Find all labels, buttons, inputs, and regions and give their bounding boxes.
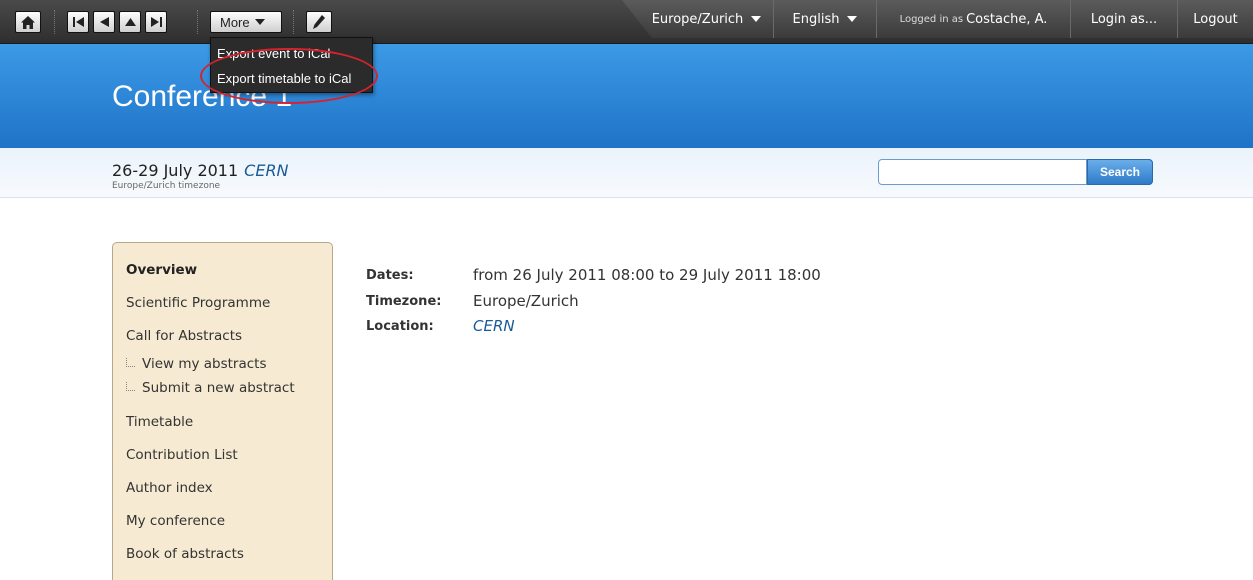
- caret-down-icon: [751, 16, 762, 22]
- conference-sidebar-menu: Overview Scientific Programme Call for A…: [112, 242, 333, 580]
- previous-button[interactable]: [93, 11, 115, 33]
- sidebar-subitem-label: View my abstracts: [142, 356, 267, 372]
- sidebar-item-timetable[interactable]: Timetable: [126, 414, 193, 430]
- sidebar-item-author-index[interactable]: Author index: [126, 480, 213, 496]
- menu-item-label: Export timetable to iCal: [217, 71, 352, 86]
- last-icon: [150, 17, 162, 27]
- search-input[interactable]: [878, 159, 1087, 185]
- dates-value: from 26 July 2011 08:00 to 29 July 2011 …: [473, 266, 821, 284]
- login-as-link[interactable]: Login as...: [1070, 0, 1177, 38]
- timezone-label: Timezone:: [366, 294, 442, 309]
- logout-label: Logout: [1193, 11, 1238, 27]
- edit-button[interactable]: [306, 11, 332, 33]
- logged-in-user: Logged in as Costache, A.: [876, 0, 1070, 38]
- caret-down-icon: [254, 19, 265, 25]
- location-text: CERN: [244, 161, 289, 180]
- timezone-note: Europe/Zurich timezone: [112, 181, 221, 191]
- sidebar-item-overview[interactable]: Overview: [126, 262, 197, 278]
- tree-branch-icon: [126, 357, 135, 367]
- first-button[interactable]: [67, 11, 89, 33]
- login-as-label: Login as...: [1090, 11, 1158, 27]
- export-timetable-ical-item[interactable]: Export timetable to iCal: [211, 66, 372, 91]
- location-value[interactable]: CERN: [473, 317, 515, 335]
- timezone-label: Europe/Zurich: [651, 11, 744, 27]
- sidebar-subitem-view-my-abstracts[interactable]: View my abstracts: [126, 356, 267, 372]
- sidebar-subitem-label: Submit a new abstract: [142, 380, 295, 396]
- toolbar-separator: [197, 10, 198, 34]
- logged-in-prefix: Logged in as: [899, 13, 964, 25]
- timezone-value: Europe/Zurich: [473, 292, 579, 310]
- dates-label: Dates:: [366, 268, 414, 283]
- toolbar-separator: [293, 10, 294, 34]
- location-label: Location:: [366, 319, 434, 334]
- logout-link[interactable]: Logout: [1177, 0, 1253, 38]
- timezone-selector[interactable]: Europe/Zurich: [640, 0, 773, 38]
- dates-text: 26-29 July 2011: [112, 161, 239, 180]
- up-icon: [124, 18, 136, 26]
- more-label: More: [220, 14, 250, 30]
- top-toolbar: More Europe/Zurich English Logged in as …: [0, 0, 1253, 44]
- more-menu-button[interactable]: More: [210, 11, 282, 33]
- language-selector[interactable]: English: [773, 0, 876, 38]
- sidebar-item-call-for-abstracts[interactable]: Call for Abstracts: [126, 328, 242, 344]
- edit-icon: [313, 15, 325, 29]
- menu-item-label: Export event to iCal: [217, 46, 331, 61]
- conference-dates: 26-29 July 2011 CERN: [112, 161, 289, 180]
- sidebar-subitem-submit-abstract[interactable]: Submit a new abstract: [126, 380, 295, 396]
- search-button[interactable]: Search: [1087, 159, 1153, 185]
- previous-icon: [99, 17, 109, 27]
- sidebar-item-my-conference[interactable]: My conference: [126, 513, 225, 529]
- more-dropdown-menu: Export event to iCal Export timetable to…: [210, 37, 373, 93]
- export-event-ical-item[interactable]: Export event to iCal: [211, 41, 372, 66]
- home-icon: [21, 15, 35, 29]
- user-name[interactable]: Costache, A.: [966, 12, 1047, 27]
- tree-branch-icon: [126, 381, 135, 391]
- toolbar-separator: [54, 10, 55, 34]
- last-button[interactable]: [145, 11, 167, 33]
- up-button[interactable]: [119, 11, 141, 33]
- language-label: English: [792, 11, 840, 27]
- sidebar-item-book-of-abstracts[interactable]: Book of abstracts: [126, 546, 244, 562]
- first-icon: [72, 17, 84, 27]
- sidebar-item-scientific-programme[interactable]: Scientific Programme: [126, 295, 270, 311]
- home-button[interactable]: [15, 11, 41, 33]
- caret-down-icon: [847, 16, 858, 22]
- sidebar-item-contribution-list[interactable]: Contribution List: [126, 447, 238, 463]
